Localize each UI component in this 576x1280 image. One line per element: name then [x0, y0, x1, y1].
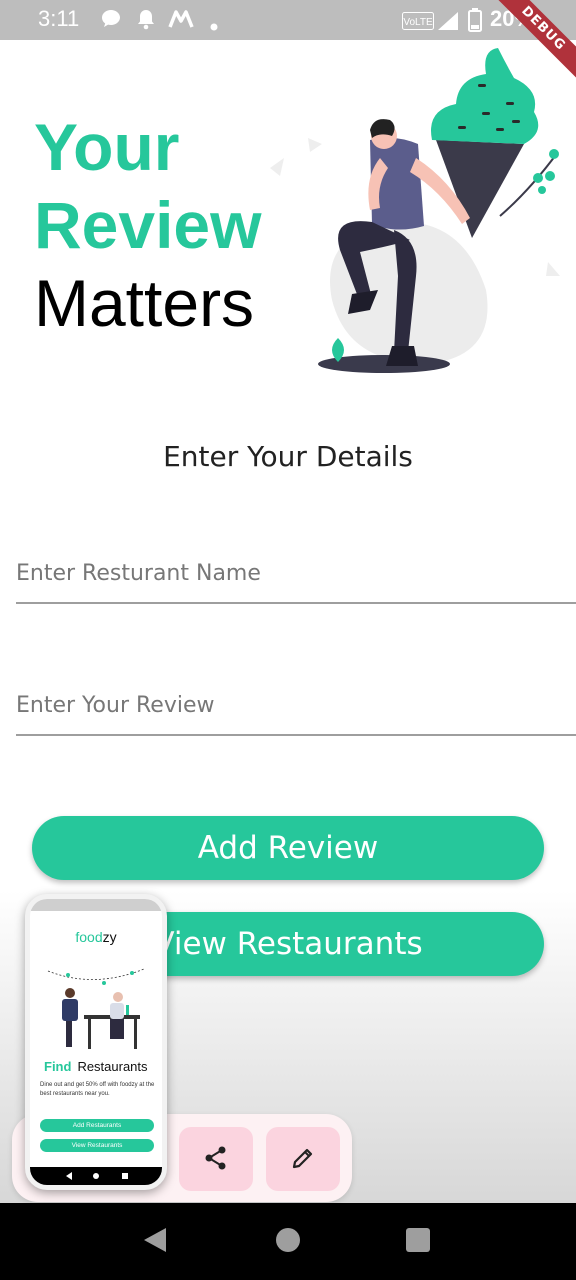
screenshot-preview[interactable]: foodzy Find Restaurants Dine out and get … — [25, 894, 167, 1190]
add-review-button[interactable]: Add Review — [32, 816, 544, 880]
recents-icon — [405, 1227, 431, 1257]
nav-home-button[interactable] — [248, 1203, 328, 1280]
chat-icon — [100, 8, 122, 34]
preview-logo-accent: food — [75, 929, 103, 945]
hero-title: Your Review Matters — [34, 108, 261, 342]
hero-line-matters: Matters — [34, 266, 255, 340]
nav-back-button[interactable] — [115, 1203, 195, 1280]
bell-icon — [136, 8, 156, 34]
preview-view-restaurants-button: View Restaurants — [40, 1139, 154, 1152]
home-icon — [275, 1227, 301, 1257]
hero-illustration — [270, 48, 560, 373]
status-time: 3:11 — [38, 6, 80, 31]
preview-heading-rest: Restaurants — [77, 1059, 148, 1074]
status-bar: 3:11 VoLTE 20% DEBUG — [0, 0, 576, 90]
edit-button[interactable] — [266, 1127, 340, 1191]
back-icon — [142, 1226, 168, 1258]
hero-line-review: Review — [34, 188, 262, 262]
preview-heading: Find Restaurants — [44, 1059, 148, 1074]
preview-nav-bar — [30, 1167, 162, 1185]
navigation-bar — [0, 1203, 576, 1280]
ice-cream-cone — [431, 48, 539, 238]
nav-recents-button[interactable] — [378, 1203, 458, 1280]
preview-status-bar — [30, 899, 162, 911]
share-icon — [203, 1145, 229, 1174]
svg-text:VoLTE: VoLTE — [403, 17, 433, 28]
pencil-icon — [290, 1145, 316, 1174]
form-heading: Enter Your Details — [163, 440, 413, 473]
restaurant-name-input[interactable] — [16, 544, 576, 604]
preview-add-restaurants-button: Add Restaurants — [40, 1119, 154, 1132]
volte-icon: VoLTE — [402, 12, 434, 34]
screen: 3:11 VoLTE 20% DEBUG Your Review Matters — [0, 0, 576, 1280]
m-logo-icon — [168, 8, 194, 34]
hero-line-your: Your — [34, 110, 180, 184]
battery-icon — [468, 8, 482, 36]
preview-logo-rest: zy — [102, 929, 117, 945]
share-button[interactable] — [179, 1127, 253, 1191]
signal-icon — [436, 10, 460, 36]
preview-description: Dine out and get 50% off with foodzy at … — [40, 1082, 155, 1097]
preview-heading-accent: Find — [44, 1059, 72, 1074]
dot-icon — [210, 16, 218, 35]
preview-dining-illustration — [47, 968, 145, 1049]
preview-logo: foodzy — [30, 929, 162, 945]
review-input[interactable] — [16, 676, 576, 736]
